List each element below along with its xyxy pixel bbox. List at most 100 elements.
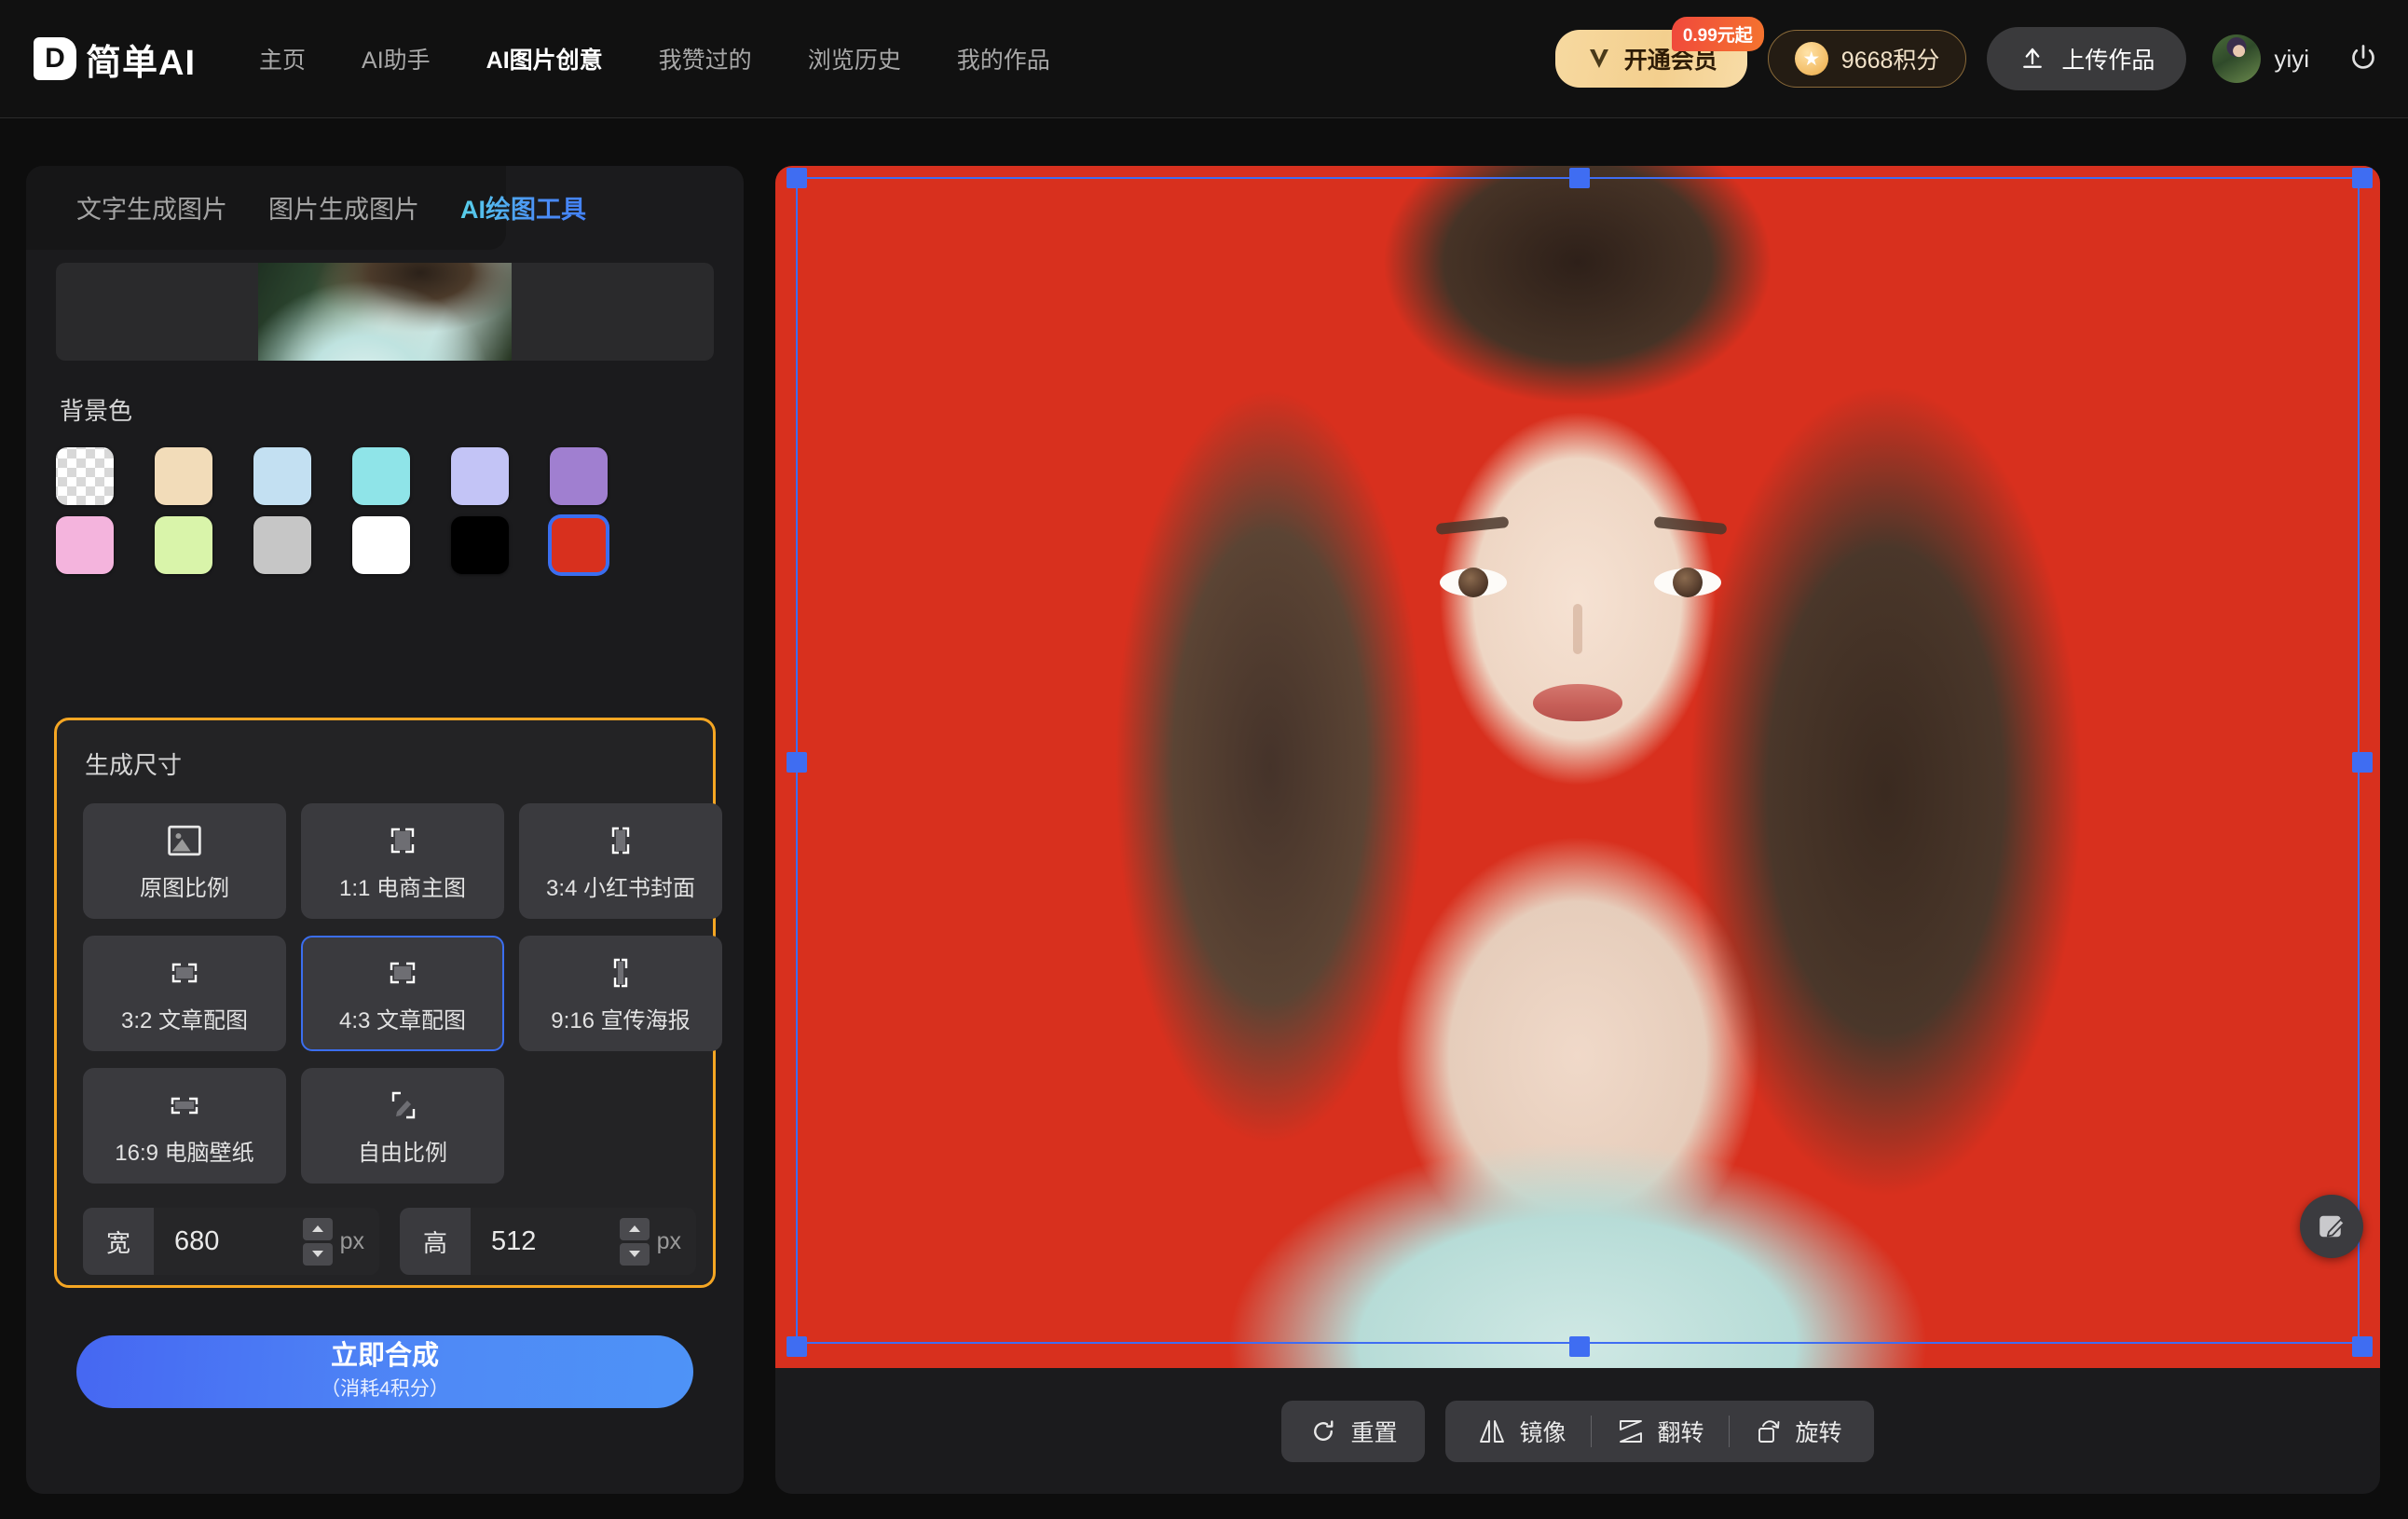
- iris-right: [1673, 568, 1703, 597]
- width-stepper[interactable]: [302, 1217, 333, 1266]
- crop-square-icon: [384, 821, 421, 860]
- preset-4-3-article-image[interactable]: 4:3 文章配图: [301, 936, 504, 1051]
- photo-icon: [166, 821, 203, 860]
- nose: [1573, 604, 1582, 654]
- generation-size-panel: 生成尺寸 原图比例 1:1 电商主图 3:4 小红书封面 3:2 文章配图 4:…: [54, 718, 722, 1288]
- user-name: yiyi: [2274, 44, 2309, 73]
- crop-tall-icon: [602, 953, 639, 992]
- brow-left: [1435, 515, 1510, 536]
- preset-label: 3:4 小红书封面: [545, 875, 696, 901]
- avatar: [2212, 34, 2262, 83]
- width-input[interactable]: [154, 1225, 303, 1257]
- preset-3-4-xiaohongshu-cover[interactable]: 3:4 小红书封面: [519, 803, 722, 919]
- height-tag: 高: [400, 1208, 471, 1275]
- height-increment-button[interactable]: [619, 1217, 650, 1240]
- sidebar-tabs-wrap: 文字生成图片 图片生成图片 AI绘图工具: [26, 166, 744, 250]
- rotate-label: 旋转: [1795, 1419, 1842, 1446]
- vip-subscribe-button[interactable]: 开通会员 0.99元起: [1554, 17, 1764, 88]
- portrait-subject: [1028, 166, 2128, 1368]
- iris-left: [1458, 568, 1488, 597]
- preset-9-16-poster[interactable]: 9:16 宣传海报: [519, 936, 722, 1051]
- flip-label: 翻转: [1657, 1419, 1704, 1446]
- preset-original-ratio[interactable]: 原图比例: [83, 803, 286, 919]
- reset-icon: [1314, 1419, 1334, 1441]
- edit-button[interactable]: [2300, 1195, 2363, 1258]
- background-color-label: 背景色: [60, 397, 133, 425]
- swatch-transparent[interactable]: [56, 447, 114, 505]
- width-decrement-button[interactable]: [302, 1242, 333, 1266]
- nav-item-home[interactable]: 主页: [253, 34, 311, 83]
- swatch-beige[interactable]: [155, 447, 212, 505]
- rotate-button[interactable]: 旋转: [1730, 1415, 1867, 1448]
- flip-icon: [1619, 1419, 1642, 1443]
- image-canvas[interactable]: [775, 166, 2380, 1368]
- preset-label: 自由比例: [358, 1140, 447, 1166]
- app-header: D 简单AI 主页 AI助手 AI图片创意 我赞过的 浏览历史 我的作品 开通会…: [0, 0, 2408, 118]
- swatch-light-green[interactable]: [155, 516, 212, 574]
- canvas-toolbar: 重置 镜像 翻转 旋转: [775, 1368, 2380, 1494]
- swatch-pink[interactable]: [56, 516, 114, 574]
- swatch-periwinkle[interactable]: [451, 447, 509, 505]
- preset-1-1-ecommerce[interactable]: 1:1 电商主图: [301, 803, 504, 919]
- height-stepper[interactable]: [619, 1217, 650, 1266]
- swatch-purple[interactable]: [550, 447, 608, 505]
- user-menu[interactable]: yiyi: [2212, 34, 2309, 83]
- thumbnail-preview: [258, 263, 512, 361]
- tab-ai-drawing-tools[interactable]: AI绘图工具: [440, 189, 607, 250]
- tab-image-to-image[interactable]: 图片生成图片: [248, 189, 440, 250]
- preset-label: 3:2 文章配图: [120, 1007, 249, 1033]
- upload-work-button[interactable]: 上传作品: [1987, 27, 2187, 90]
- brand-mark-icon: D: [34, 37, 76, 80]
- tool-sidebar: 文字生成图片 图片生成图片 AI绘图工具 背景色 生成尺寸 原图比例 1:1 电…: [26, 166, 744, 1494]
- swatch-gray[interactable]: [253, 516, 311, 574]
- main-nav: 主页 AI助手 AI图片创意 我赞过的 浏览历史 我的作品: [253, 34, 1056, 83]
- preset-label: 1:1 电商主图: [338, 875, 467, 901]
- swatch-light-blue[interactable]: [253, 447, 311, 505]
- canvas-panel: 重置 镜像 翻转 旋转: [775, 166, 2380, 1494]
- preset-label: 4:3 文章配图: [338, 1007, 467, 1033]
- width-tag: 宽: [83, 1208, 154, 1275]
- width-unit: px: [339, 1227, 364, 1254]
- brow-right: [1653, 515, 1728, 536]
- width-field[interactable]: 宽 px: [83, 1208, 379, 1275]
- brand-logo[interactable]: D 简单AI: [34, 34, 196, 85]
- swatch-red[interactable]: [550, 516, 608, 574]
- preset-3-2-article-image[interactable]: 3:2 文章配图: [83, 936, 286, 1051]
- nav-item-liked[interactable]: 我赞过的: [653, 34, 758, 83]
- brand-name: 简单AI: [86, 43, 197, 83]
- crop-landscape-icon: [164, 953, 205, 992]
- rotate-icon: [1758, 1419, 1779, 1443]
- lips: [1533, 684, 1622, 721]
- nav-item-history[interactable]: 浏览历史: [802, 34, 907, 83]
- swatch-cyan[interactable]: [352, 447, 410, 505]
- points-label: 9668积分: [1840, 48, 1940, 74]
- height-unit: px: [656, 1227, 681, 1254]
- swatch-black[interactable]: [451, 516, 509, 574]
- generate-button[interactable]: 立即合成 （消耗4积分）: [76, 1335, 693, 1408]
- points-button[interactable]: ★ 9668积分: [1767, 30, 1967, 88]
- flip-button[interactable]: 翻转: [1592, 1415, 1729, 1448]
- height-input[interactable]: [471, 1225, 620, 1257]
- nav-item-ai-image-creative[interactable]: AI图片创意: [481, 34, 609, 83]
- sidebar-tabs: 文字生成图片 图片生成图片 AI绘图工具: [26, 166, 744, 250]
- edit-pencil-icon: [2319, 1215, 2346, 1238]
- height-decrement-button[interactable]: [619, 1242, 650, 1266]
- transform-tool-group: 镜像 翻转 旋转: [1445, 1400, 1874, 1462]
- canvas-stage[interactable]: [775, 166, 2380, 1368]
- height-field[interactable]: 高 px: [400, 1208, 696, 1275]
- preset-free-ratio[interactable]: 自由比例: [301, 1068, 504, 1184]
- width-increment-button[interactable]: [302, 1217, 333, 1240]
- upload-label: 上传作品: [2061, 48, 2155, 74]
- tab-text-to-image[interactable]: 文字生成图片: [56, 189, 248, 250]
- nav-item-my-works[interactable]: 我的作品: [951, 34, 1056, 83]
- reset-button[interactable]: 重置: [1281, 1400, 1426, 1462]
- vip-price-badge: 0.99元起: [1671, 17, 1764, 51]
- power-icon[interactable]: [2346, 42, 2380, 75]
- preset-16-9-wallpaper[interactable]: 16:9 电脑壁纸: [83, 1068, 286, 1184]
- nav-item-ai-assistant[interactable]: AI助手: [356, 34, 436, 83]
- crop-landscape-icon: [382, 953, 423, 992]
- swatch-white[interactable]: [352, 516, 410, 574]
- source-image-thumbnail[interactable]: [56, 263, 714, 361]
- crop-wide-icon: [162, 1086, 207, 1125]
- mirror-button[interactable]: 镜像: [1453, 1415, 1590, 1448]
